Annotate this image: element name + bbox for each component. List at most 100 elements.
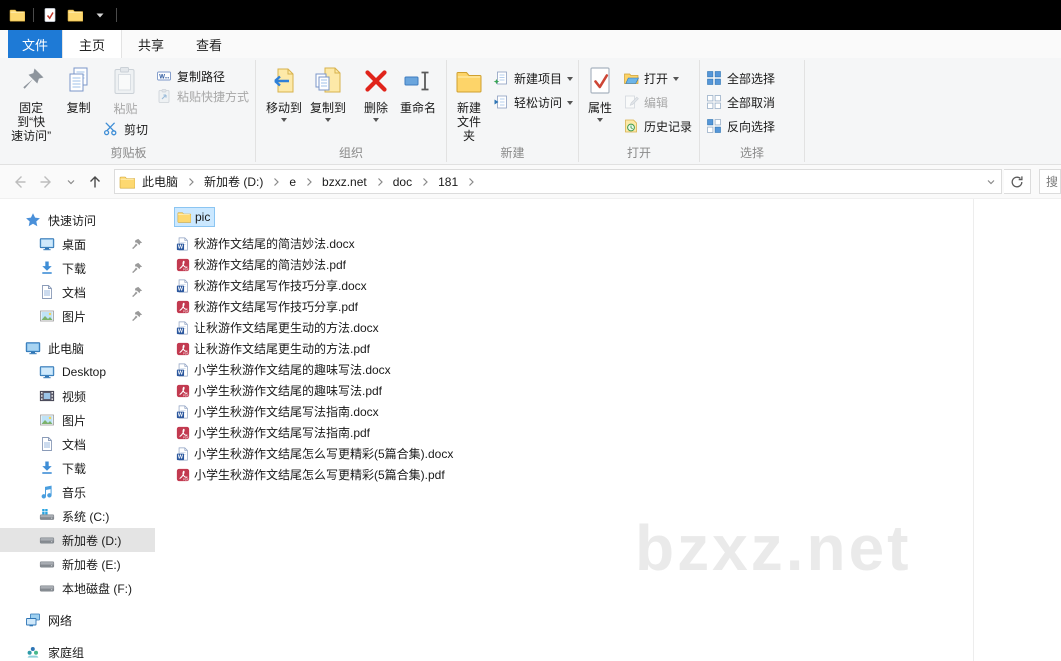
file-row[interactable]: W 秋游作文结尾的简洁妙法.docx [174,233,359,254]
easy-access-button[interactable]: 轻松访问 [489,90,577,114]
file-row[interactable]: PDF 小学生秋游作文结尾怎么写更精彩(5篇合集).pdf [174,464,449,485]
delete-button[interactable]: 删除 [356,60,396,122]
breadcrumb-chevron-icon[interactable] [185,176,197,188]
folder-row-pic[interactable]: pic [174,207,216,227]
breadcrumb-item[interactable]: 新加卷 (D:) [197,173,270,190]
folder-icon [119,174,135,190]
rename-button[interactable]: 重命名 [396,60,440,115]
file-row[interactable]: W 秋游作文结尾写作技巧分享.docx [174,275,371,296]
new-folder-icon [453,65,485,97]
pin-icon[interactable] [131,262,143,274]
button-label: 全部选择 [727,71,776,86]
file-row[interactable]: W 小学生秋游作文结尾怎么写更精彩(5篇合集).docx [174,443,457,464]
file-row[interactable]: W 让秋游作文结尾更生动的方法.docx [174,317,383,338]
sidebar-item[interactable]: 视频 [0,384,155,408]
breadcrumb-chevron-icon[interactable] [465,176,477,188]
file-menu-button[interactable]: 文件 [8,30,63,58]
word-doc-icon: W [176,447,190,461]
file-row[interactable]: W 小学生秋游作文结尾写法指南.docx [174,401,383,422]
breadcrumb-chevron-icon[interactable] [303,176,315,188]
file-row[interactable]: PDF 小学生秋游作文结尾的趣味写法.pdf [174,380,386,401]
sidebar-section-this-pc[interactable]: 此电脑 [0,336,155,360]
history-button[interactable]: 历史记录 [619,114,696,138]
sidebar-item[interactable]: 新加卷 (D:) [0,528,155,552]
breadcrumb[interactable]: 此电脑 新加卷 (D:) e bzxz.net doc 181 [114,169,1002,194]
sidebar-item[interactable]: 系统 (C:) [0,504,155,528]
breadcrumb-item[interactable]: doc [386,175,419,189]
qat-folder-icon[interactable] [8,6,26,24]
move-to-button[interactable]: 移动到 [262,60,306,122]
drive-icon [39,580,55,596]
sidebar-item[interactable]: 新加卷 (E:) [0,552,155,576]
properties-button[interactable]: 属性 [581,60,619,122]
sidebar-item[interactable]: 桌面 [0,232,155,256]
sidebar-item-label: 图片 [62,309,87,324]
sidebar-item[interactable]: 文档 [0,280,155,304]
cut-button[interactable]: 剪切 [99,117,152,141]
pin-to-quick-access-button[interactable]: 固定到“快 速访问” [4,60,58,143]
breadcrumb-chevron-icon[interactable] [374,176,386,188]
rename-icon [402,65,434,97]
file-row[interactable]: W 小学生秋游作文结尾的趣味写法.docx [174,359,395,380]
button-label: 删除 [363,101,388,115]
breadcrumb-item[interactable]: bzxz.net [315,175,374,189]
recent-locations-dropdown[interactable] [62,169,80,195]
button-label: 新建项目 [514,71,563,86]
sidebar-item[interactable]: 本地磁盘 (F:) [0,576,155,600]
file-name: 秋游作文结尾写作技巧分享.docx [194,279,367,293]
pin-icon[interactable] [131,286,143,298]
paste-button[interactable]: 粘贴 [99,60,152,117]
new-item-button[interactable]: 新建项目 [489,66,577,90]
sidebar-section-label: 快速访问 [48,213,97,228]
refresh-button[interactable] [1004,169,1031,194]
pin-icon[interactable] [131,310,143,322]
sidebar-item[interactable]: 文档 [0,432,155,456]
sidebar-item[interactable]: 图片 [0,304,155,328]
pdf-doc-icon: PDF [176,258,190,272]
edit-button[interactable]: 编辑 [619,90,696,114]
tab-home[interactable]: 主页 [62,30,123,58]
word-doc-icon: W [176,405,190,419]
qat-customize-dropdown[interactable] [91,6,109,24]
sidebar-item[interactable]: 下载 [0,256,155,280]
sidebar-item[interactable]: Desktop [0,360,155,384]
document-icon [39,284,55,300]
copy-to-button[interactable]: 复制到 [306,60,350,122]
back-button[interactable] [6,169,32,195]
select-none-button[interactable]: 全部取消 [702,90,779,114]
copy-button[interactable]: 复制 [58,60,99,115]
sidebar-section-quick-access[interactable]: 快速访问 [0,208,155,232]
tab-view[interactable]: 查看 [180,30,238,58]
open-button[interactable]: 打开 [619,66,696,90]
sidebar-section-homegroup[interactable]: 家庭组 [0,640,155,661]
paste-shortcut-button[interactable]: 粘贴快捷方式 [152,86,253,106]
file-row[interactable]: PDF 让秋游作文结尾更生动的方法.pdf [174,338,374,359]
qat-folder2-icon[interactable] [66,6,84,24]
up-button[interactable] [82,169,108,195]
copy-path-button[interactable]: W 复制路径 [152,66,253,86]
invert-selection-button[interactable]: 反向选择 [702,114,779,138]
address-dropdown-button[interactable] [985,176,997,188]
file-row[interactable]: PDF 小学生秋游作文结尾写法指南.pdf [174,422,374,443]
qat-properties-icon[interactable] [41,6,59,24]
new-folder-button[interactable]: 新建 文件夹 [449,60,489,143]
tab-share[interactable]: 共享 [122,30,180,58]
open-folder-icon [623,70,639,86]
breadcrumb-chevron-icon[interactable] [270,176,282,188]
breadcrumb-item[interactable]: 181 [431,175,465,189]
breadcrumb-item[interactable]: e [282,175,303,189]
forward-button[interactable] [34,169,60,195]
pdf-doc-icon: PDF [176,426,190,440]
search-input[interactable]: 搜 [1039,169,1061,194]
address-bar: 此电脑 新加卷 (D:) e bzxz.net doc 181 搜 [0,165,1061,199]
sidebar-item[interactable]: 下载 [0,456,155,480]
breadcrumb-chevron-icon[interactable] [419,176,431,188]
sidebar-section-network[interactable]: 网络 [0,608,155,632]
file-row[interactable]: PDF 秋游作文结尾的简洁妙法.pdf [174,254,350,275]
breadcrumb-item[interactable]: 此电脑 [135,173,185,190]
pin-icon[interactable] [131,238,143,250]
sidebar-item[interactable]: 音乐 [0,480,155,504]
file-row[interactable]: PDF 秋游作文结尾写作技巧分享.pdf [174,296,362,317]
select-all-button[interactable]: 全部选择 [702,66,779,90]
sidebar-item[interactable]: 图片 [0,408,155,432]
